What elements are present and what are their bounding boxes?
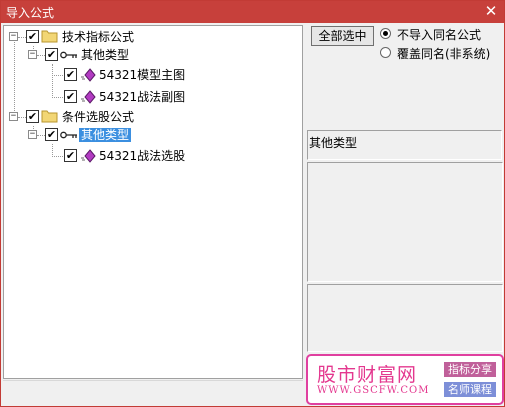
checkbox[interactable]: ✔ [64,68,77,81]
tree-node-formula[interactable]: ✔ 54321模型主图 [4,66,204,84]
collapse-icon[interactable]: − [28,50,37,59]
import-formula-dialog: 导入公式 ✕ − ✔ 技术指标公式 − ✔ 其他类型 ✔ 54321模型主图 ✔… [0,0,505,407]
checkbox[interactable]: ✔ [45,48,58,61]
tree-node-other-type-selected[interactable]: − ✔ 其他类型 [4,126,164,144]
window-title: 导入公式 [6,6,55,20]
tree-node-tech-indicator[interactable]: − ✔ 技术指标公式 [4,28,164,46]
collapse-icon[interactable]: − [28,130,37,139]
formula-diamond-icon [80,68,96,85]
radio-button[interactable] [380,47,391,58]
checkbox[interactable]: ✔ [26,30,39,43]
watermark-logo: 股市财富网 WWW.GSCFW.COM 指标分享 名师课程 [306,354,504,405]
tree-node-label: 技术指标公式 [62,30,135,44]
checkbox[interactable]: ✔ [64,149,77,162]
description-panel [307,162,503,282]
watermark-tag-share: 指标分享 [444,362,496,377]
folder-icon [41,109,58,126]
detail-panel [307,284,503,352]
type-info-label: 其他类型 [309,136,358,150]
close-icon[interactable]: ✕ [482,2,500,20]
title-bar: 导入公式 ✕ [1,1,504,23]
folder-icon [41,29,58,46]
tree-node-condition-screening[interactable]: − ✔ 条件选股公式 [4,108,164,126]
select-all-button[interactable]: 全部选中 [311,26,374,46]
formula-tree[interactable]: − ✔ 技术指标公式 − ✔ 其他类型 ✔ 54321模型主图 ✔ 54321战… [3,25,303,379]
watermark-title: 股市财富网 [317,364,418,386]
watermark-url: WWW.GSCFW.COM [317,385,430,396]
checkbox[interactable]: ✔ [45,128,58,141]
tree-node-label: 54321战法选股 [99,149,186,163]
watermark-tag-course: 名师课程 [444,382,496,397]
tree-node-label-selected: 其他类型 [79,128,132,142]
key-icon [60,129,78,143]
tree-node-label: 54321模型主图 [99,68,186,82]
type-info-box: 其他类型 [307,130,502,160]
status-strip [3,380,303,404]
tree-node-label: 条件选股公式 [62,110,135,124]
tree-node-formula[interactable]: ✔ 54321战法副图 [4,88,204,106]
collapse-icon[interactable]: − [9,32,18,41]
radio-label: 覆盖同名(非系统) [397,47,491,61]
tree-node-label: 54321战法副图 [99,90,186,104]
tree-node-formula[interactable]: ✔ 54321战法选股 [4,147,204,165]
radio-label: 不导入同名公式 [397,28,482,42]
collapse-icon[interactable]: − [9,112,18,121]
radio-dot [383,31,388,36]
tree-node-label: 其他类型 [81,48,130,62]
radio-button[interactable] [380,28,391,39]
formula-diamond-icon [80,149,96,166]
formula-diamond-icon [80,90,96,107]
tree-node-other-type[interactable]: − ✔ 其他类型 [4,46,164,64]
key-icon [60,49,78,63]
checkbox[interactable]: ✔ [64,90,77,103]
checkbox[interactable]: ✔ [26,110,39,123]
